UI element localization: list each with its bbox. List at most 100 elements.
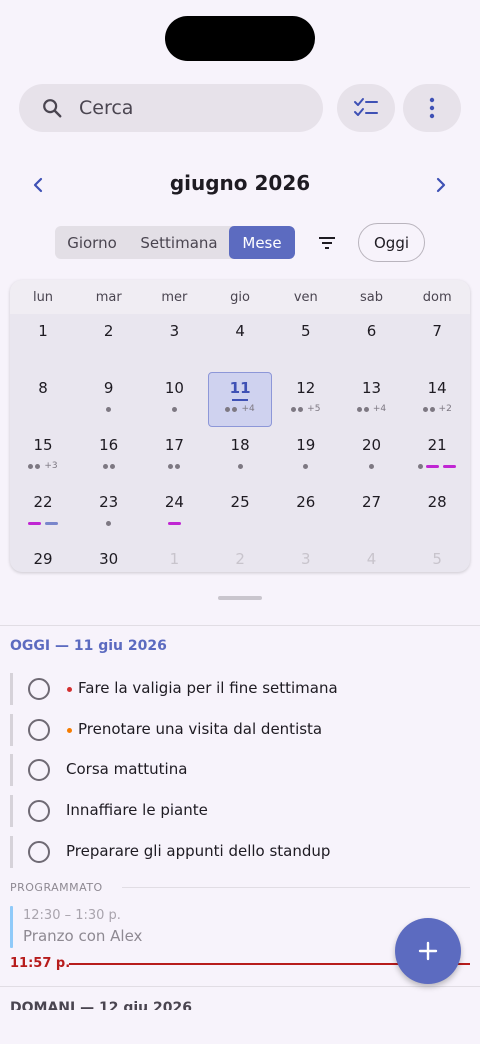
event-title: Pranzo con Alex	[23, 927, 143, 945]
calendar-day-today[interactable]: 11 +4	[207, 371, 273, 428]
day-number: 23	[99, 493, 119, 511]
calendar-day[interactable]: 20	[339, 428, 405, 485]
day-number: 26	[296, 493, 316, 511]
calendar-day[interactable]: 26	[273, 485, 339, 542]
calendar-day[interactable]: 5	[273, 314, 339, 371]
more-options-button[interactable]	[403, 84, 461, 132]
calendar-day[interactable]: 10	[141, 371, 207, 428]
calendar-day[interactable]: 29	[10, 542, 76, 572]
calendar-day[interactable]: 1	[10, 314, 76, 371]
calendar-day[interactable]: 14 +2	[404, 371, 470, 428]
drag-handle[interactable]	[218, 596, 262, 600]
calendar-day[interactable]: 13 +4	[339, 371, 405, 428]
event-dot	[106, 520, 112, 526]
event-markers	[404, 461, 470, 471]
calendar-day[interactable]: 21	[404, 428, 470, 485]
weekday-label: dom	[422, 290, 452, 305]
task-title: Fare la valigia per il fine settimana	[78, 679, 338, 697]
event-dot	[35, 463, 41, 469]
calendar-day[interactable]: 22	[10, 485, 76, 542]
calendar-day[interactable]: 15 +3	[10, 428, 76, 485]
task-item[interactable]: Prenotare una visita dal dentista	[10, 713, 470, 746]
more-events-count: +4	[241, 404, 255, 414]
event-dot	[417, 463, 423, 469]
task-checkbox[interactable]	[28, 718, 50, 741]
task-item[interactable]: Fare la valigia per il fine settimana	[10, 673, 470, 705]
task-checkbox[interactable]	[28, 800, 50, 823]
view-week-tab[interactable]: Settimana	[129, 226, 229, 259]
calendar-day[interactable]: 5	[404, 542, 470, 572]
calendar-day[interactable]: 17	[141, 428, 207, 485]
calendar-day[interactable]: 25	[207, 485, 273, 542]
day-number: 5	[301, 322, 311, 340]
event-markers	[207, 461, 273, 471]
calendar-day[interactable]: 12 +5	[273, 371, 339, 428]
day-number: 3	[169, 322, 180, 340]
calendar-day[interactable]: 4	[339, 542, 405, 572]
calendar-day[interactable]: 24	[141, 485, 207, 542]
day-number: 4	[366, 550, 377, 568]
calendar-day[interactable]: 3	[273, 542, 339, 572]
event-dot	[171, 406, 177, 412]
calendar-day[interactable]: 1	[141, 542, 207, 572]
calendar-day[interactable]: 4	[207, 314, 273, 371]
calendar-day[interactable]: 9	[76, 371, 142, 428]
day-number: 25	[230, 493, 250, 511]
calendar-day[interactable]: 23	[76, 485, 142, 542]
task-title: Preparare gli appunti dello standup	[66, 841, 331, 860]
filter-icon	[319, 237, 335, 249]
weekday-label: lun	[32, 290, 54, 305]
calendar-day[interactable]: 18	[207, 428, 273, 485]
task-item[interactable]: Corsa mattutina	[10, 754, 470, 787]
day-number: 22	[33, 493, 53, 511]
calendar-day[interactable]: 30	[76, 542, 142, 572]
event-item[interactable]: 12:30 – 1:30 p. Pranzo con Alex	[10, 906, 310, 948]
calendar-day[interactable]: 2	[76, 314, 142, 371]
divider	[122, 887, 470, 888]
calendar-day[interactable]: 19	[273, 428, 339, 485]
task-bar	[10, 673, 13, 705]
task-checkbox[interactable]	[28, 759, 50, 782]
search-bar[interactable]: Cerca	[19, 84, 323, 132]
next-month-button[interactable]	[428, 172, 454, 198]
calendar-day[interactable]: 7	[404, 314, 470, 371]
task-item[interactable]: Innaffiare le piante	[10, 795, 470, 828]
day-number: 5	[432, 550, 442, 568]
calendar-day[interactable]: 8	[10, 371, 76, 428]
event-dot	[106, 406, 112, 412]
event-dot	[356, 406, 362, 412]
calendar-day[interactable]: 2	[207, 542, 273, 572]
event-markers	[76, 404, 142, 414]
event-markers	[141, 461, 207, 471]
day-number: 6	[366, 322, 377, 340]
weekday-header: lun mar mer gio ven sab dom	[10, 280, 470, 314]
filter-button[interactable]	[314, 230, 340, 256]
event-markers	[339, 461, 405, 471]
event-markers: +5	[273, 404, 339, 414]
task-title: Corsa mattutina	[66, 760, 188, 779]
day-number: 27	[361, 493, 382, 511]
today-button[interactable]: Oggi	[358, 223, 425, 262]
calendar-day[interactable]: 6	[339, 314, 405, 371]
task-checkbox[interactable]	[28, 840, 50, 863]
day-number: 16	[99, 436, 119, 454]
event-dot	[102, 463, 108, 469]
calendar-day[interactable]: 28	[404, 485, 470, 542]
day-number: 8	[38, 379, 48, 397]
add-button[interactable]	[395, 918, 461, 984]
event-dot	[168, 463, 174, 469]
view-month-tab[interactable]: Mese	[229, 226, 295, 259]
more-vertical-icon	[429, 97, 435, 119]
search-input[interactable]: Cerca	[79, 97, 133, 119]
view-day-tab[interactable]: Giorno	[55, 226, 129, 259]
current-time-label: 11:57 p.	[10, 956, 71, 971]
calendar-day[interactable]: 16	[76, 428, 142, 485]
calendar-day[interactable]: 3	[141, 314, 207, 371]
task-item[interactable]: Preparare gli appunti dello standup	[10, 835, 470, 868]
calendar-day[interactable]: 27	[339, 485, 405, 542]
event-markers	[141, 518, 207, 528]
event-dot	[422, 406, 428, 412]
task-list-button[interactable]	[337, 84, 395, 132]
task-checkbox[interactable]	[28, 678, 50, 700]
day-number: 1	[169, 550, 180, 568]
